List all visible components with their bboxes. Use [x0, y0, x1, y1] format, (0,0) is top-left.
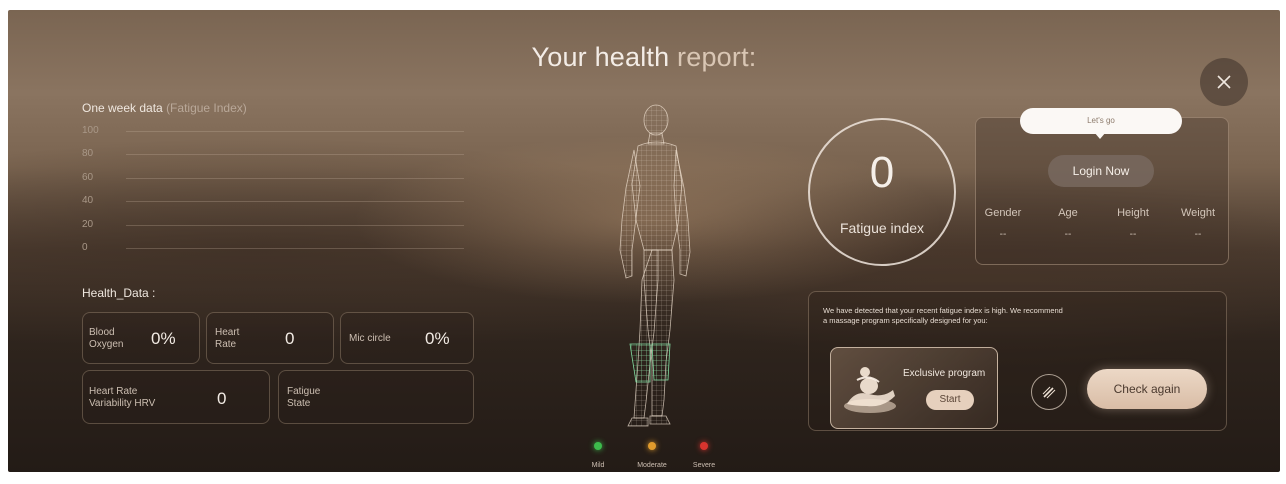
stat-label-height: Height: [1117, 207, 1149, 219]
chart-title-accent: (Fatigue Index): [166, 101, 247, 115]
y-tick-label: 100: [82, 125, 99, 136]
y-tick-label: 80: [82, 148, 94, 160]
legend-dot-mild: [594, 442, 602, 450]
y-tick-label: 20: [82, 218, 94, 230]
blood-oxygen-value: 0%: [151, 329, 176, 348]
chart-title-main: One week data: [82, 101, 163, 115]
y-tick-label: 60: [82, 171, 94, 183]
edit-icon: [1042, 386, 1056, 399]
recommendation-line2: a massage program specifically designed …: [823, 316, 988, 325]
recommendation-line1: We have detected that your recent fatigu…: [823, 306, 1063, 315]
stat-value-height: --: [1129, 229, 1137, 240]
micro-circle-value: 0%: [425, 329, 450, 348]
hrv-value: 0: [217, 389, 227, 408]
legend-dot-moderate: [648, 442, 656, 450]
heart-rate-label-line1: Heart: [215, 327, 240, 338]
fatigue-index-circle: 0 Fatigue index: [808, 118, 956, 266]
heart-rate-label: Heart Rate: [215, 327, 239, 351]
lets-go-tooltip: Let's go: [1020, 108, 1182, 134]
hrv-label: Heart Rate Variability HRV: [89, 386, 155, 410]
login-now-button[interactable]: Login Now: [1048, 155, 1154, 187]
edit-button[interactable]: [1031, 374, 1067, 410]
fatigue-index-label: Fatigue index: [839, 220, 925, 236]
heart-rate-value: 0: [285, 329, 295, 348]
blood-oxygen-card: Blood Oxygen 0%: [82, 312, 200, 364]
recommendation-text: We have detected that your recent fatigu…: [823, 306, 1193, 326]
body-model-icon: [619, 104, 691, 427]
close-icon: [1217, 75, 1231, 89]
health-data-title: Health_Data :: [82, 286, 156, 300]
gridline: [126, 131, 464, 132]
stat-label-gender: Gender: [984, 207, 1022, 219]
profile-panel: [975, 117, 1229, 265]
blood-oxygen-label-line2: Oxygen: [89, 339, 124, 350]
hrv-label-line2: Variability HRV: [89, 398, 156, 409]
gridline: [126, 224, 464, 226]
check-again-button[interactable]: Check again: [1087, 369, 1207, 409]
gridline: [126, 177, 464, 179]
fatigue-state-label: Fatigue State: [287, 386, 320, 410]
legend-label-mild: Mild: [591, 462, 605, 469]
fatigue-index-value: 0: [869, 148, 895, 197]
gridline: [126, 201, 464, 203]
start-button[interactable]: Start: [926, 390, 974, 410]
heart-rate-card: Heart Rate 0: [206, 312, 334, 364]
massage-icon: [844, 367, 896, 413]
title-accent: report:: [677, 42, 757, 72]
heart-rate-label-line2: Rate: [215, 339, 237, 350]
hrv-card: Heart Rate Variability HRV 0: [82, 370, 270, 424]
micro-circle-card: Mic circle 0%: [340, 312, 474, 364]
stat-label-weight: Weight: [1180, 207, 1216, 219]
blood-oxygen-label-line1: Blood: [89, 327, 115, 338]
stat-label-age: Age: [1058, 207, 1078, 219]
fatigue-state-label-line1: Fatigue: [287, 386, 321, 397]
legend-label-severe: Severe: [692, 462, 716, 469]
y-tick-label: 40: [82, 195, 94, 207]
micro-circle-label: Mic circle: [349, 333, 391, 344]
y-tick-label: 0: [82, 242, 88, 253]
stat-value-weight: --: [1194, 229, 1202, 240]
tooltip-arrow: [1094, 132, 1106, 139]
hrv-label-line1: Heart Rate: [89, 386, 138, 397]
stat-value-gender: --: [999, 229, 1007, 240]
page-title: Your health report:: [8, 42, 1280, 73]
blood-oxygen-label: Blood Oxygen: [89, 327, 123, 351]
chart-title: One week data (Fatigue Index): [82, 101, 247, 115]
legend-label-moderate: Moderate: [637, 462, 667, 469]
title-main: Your health: [531, 42, 670, 72]
gridline: [126, 154, 464, 156]
exclusive-program-card[interactable]: [830, 347, 998, 429]
fatigue-state-label-line2: State: [287, 398, 311, 409]
legend-dot-severe: [700, 442, 708, 450]
fatigue-state-card: Fatigue State: [278, 370, 474, 424]
program-title: Exclusive program: [903, 368, 986, 379]
health-report-screen: Your health report: One week data (Fatig…: [8, 10, 1280, 472]
stat-value-age: --: [1064, 229, 1072, 240]
gridline: [126, 248, 464, 249]
close-button[interactable]: [1200, 58, 1248, 106]
